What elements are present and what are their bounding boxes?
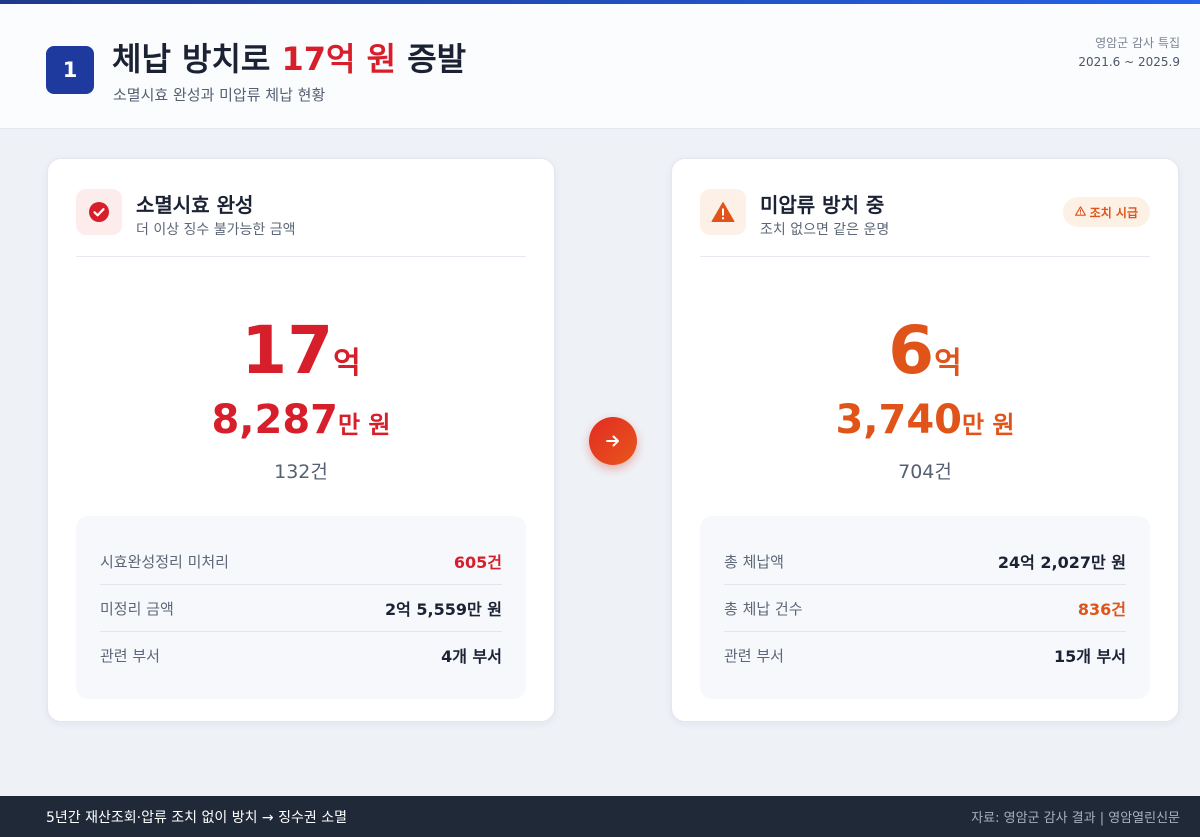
unseized-card: 미압류 방치 중 조치 없으면 같은 운명 조치 시급 6억 3,740만 원 … — [671, 158, 1179, 722]
urgent-badge-label: 조치 시급 — [1089, 205, 1138, 220]
check-circle-icon — [76, 189, 122, 235]
header-meta: 영암군 감사 특집 2021.6 ~ 2025.9 — [1078, 34, 1180, 72]
case-count: 132건 — [274, 461, 328, 483]
title-prefix: 체납 방치로 — [112, 40, 282, 78]
sub-amount-unit: 만 원 — [338, 411, 391, 439]
footer-summary: 5년간 재산조회·압류 조치 없이 방치 → 징수권 소멸 — [46, 809, 347, 826]
statute-expired-card: 소멸시효 완성 더 이상 징수 불가능한 금액 17억 8,287만 원 132… — [47, 158, 555, 722]
big-amount: 17억 — [48, 311, 554, 391]
big-amount-unit: 억 — [934, 346, 962, 381]
sub-amount-number: 8,287 — [211, 397, 338, 443]
stat-value: 605건 — [453, 553, 502, 572]
stat-label: 총 체납액 — [724, 552, 784, 571]
sub-amount: 8,287만 원 — [48, 395, 554, 445]
stat-label: 미정리 금액 — [100, 599, 174, 618]
stats-panel: 시효완성정리 미처리 605건 미정리 금액 2억 5,559만 원 관련 부서… — [76, 516, 526, 699]
card-subtitle: 더 이상 징수 불가능한 금액 — [136, 222, 296, 238]
stat-value: 2억 5,559만 원 — [384, 600, 502, 619]
stat-row: 관련 부서 4개 부서 — [100, 632, 502, 678]
page-subtitle: 소멸시효 완성과 미압류 체납 현황 — [113, 86, 326, 104]
big-amount-number: 17 — [241, 312, 334, 389]
warning-triangle-icon — [700, 189, 746, 235]
stat-value: 15개 부서 — [1054, 647, 1126, 666]
big-amount: 6억 — [672, 311, 1178, 391]
stat-row: 시효완성정리 미처리 605건 — [100, 538, 502, 584]
stat-label: 관련 부서 — [100, 646, 160, 665]
card-divider — [76, 256, 526, 257]
stat-row: 관련 부서 15개 부서 — [724, 632, 1126, 678]
stat-label: 시효완성정리 미처리 — [100, 552, 229, 571]
page-footer: 5년간 재산조회·압류 조치 없이 방치 → 징수권 소멸 자료: 영암군 감사… — [0, 796, 1200, 837]
stats-panel: 총 체납액 24억 2,027만 원 총 체납 건수 836건 관련 부서 15… — [700, 516, 1150, 699]
stat-label: 관련 부서 — [724, 646, 784, 665]
meta-date-range: 2021.6 ~ 2025.9 — [1078, 55, 1180, 69]
card-title: 미압류 방치 중 — [760, 193, 885, 217]
urgent-badge: 조치 시급 — [1062, 197, 1150, 227]
stat-value: 836건 — [1077, 600, 1126, 619]
stat-row: 총 체납 건수 836건 — [724, 585, 1126, 631]
card-subtitle: 조치 없으면 같은 운명 — [760, 222, 890, 238]
page-header: 1 체납 방치로 17억 원 증발 소멸시효 완성과 미압류 체납 현황 영암군… — [0, 4, 1200, 129]
stat-row: 총 체납액 24억 2,027만 원 — [724, 538, 1126, 584]
arrow-right-icon — [589, 417, 637, 465]
sub-amount-number: 3,740 — [835, 397, 962, 443]
stat-row: 미정리 금액 2억 5,559만 원 — [100, 585, 502, 631]
big-amount-unit: 억 — [333, 346, 361, 381]
card-title: 소멸시효 완성 — [136, 193, 254, 217]
title-highlight: 17억 원 — [281, 40, 397, 78]
sub-amount-unit: 만 원 — [962, 411, 1015, 439]
stat-value: 4개 부서 — [441, 647, 502, 666]
title-suffix: 증발 — [396, 40, 467, 78]
sub-amount: 3,740만 원 — [672, 395, 1178, 445]
page-title: 체납 방치로 17억 원 증발 — [112, 34, 466, 80]
big-amount-number: 6 — [888, 312, 935, 389]
section-number-badge: 1 — [46, 46, 94, 94]
meta-label: 영암군 감사 특집 — [1095, 36, 1180, 50]
case-count: 704건 — [898, 461, 952, 483]
stat-value: 24억 2,027만 원 — [997, 553, 1126, 572]
stat-label: 총 체납 건수 — [724, 599, 803, 618]
footer-source: 자료: 영암군 감사 결과 | 영암열린신문 — [971, 811, 1180, 826]
warning-small-icon — [1074, 205, 1086, 219]
card-divider — [700, 256, 1150, 257]
